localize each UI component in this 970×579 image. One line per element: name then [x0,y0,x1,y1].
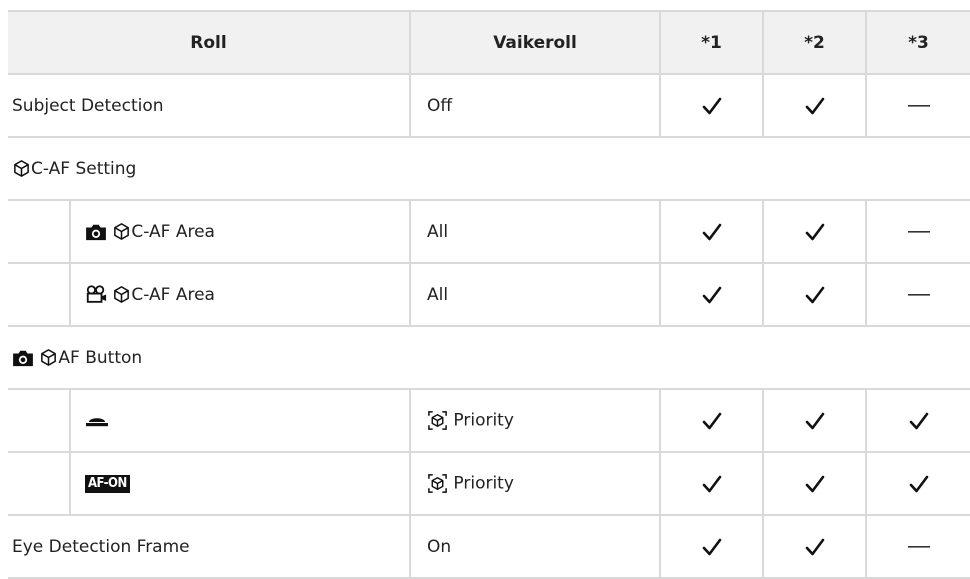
header-default: Vaikeroll [409,10,660,75]
row-label-text: Eye Detection Frame [12,536,190,557]
row-label-text: Subject Detection [12,95,164,116]
check-icon [702,537,722,557]
check-icon [805,474,825,494]
check-icon [702,96,722,116]
default-value: Priority [409,389,660,453]
section-c-af-setting: C-AF Setting [8,137,970,201]
indent-cell [8,389,70,453]
default-value-text: On [427,536,452,557]
section-row: C-AF Setting [8,137,970,201]
dash-icon [908,545,930,549]
check-icon [702,222,722,242]
subject-detect-icon [112,285,131,304]
row-label-eye-detection-frame: Eye Detection Frame [8,515,410,579]
row-label-movie-c-af-area: C-AF Area [69,263,410,327]
col2-cell [762,200,866,264]
subject-priority-icon [427,473,448,494]
camera-icon [85,223,107,241]
col3-cell [865,263,970,327]
col2-cell [762,263,866,327]
col3-cell [865,74,970,138]
dash-icon [908,230,930,234]
check-icon [909,474,929,494]
af-on-button-icon: AF-ON [85,474,130,493]
row-label-af-on-button: AF-ON [69,452,410,516]
default-value: All [409,263,660,327]
check-icon [805,285,825,305]
col1-cell [659,515,763,579]
table-header-row: Roll Vaikeroll *1 *2 *3 [8,10,970,75]
col2-cell [762,515,866,579]
col1-cell [659,452,763,516]
col3-cell [865,389,970,453]
check-icon [805,96,825,116]
subject-detect-icon [39,348,58,367]
col2-cell [762,389,866,453]
default-value: Off [409,74,660,138]
default-value-text: Priority [453,410,514,431]
check-icon [805,411,825,431]
col1-cell [659,389,763,453]
col3-cell [865,515,970,579]
row-label-text: C-AF Area [131,221,215,242]
header-col1: *1 [659,10,763,75]
default-value: Priority [409,452,660,516]
subject-priority-icon [427,410,448,431]
check-icon [805,222,825,242]
dash-icon [908,293,930,297]
movie-icon [85,285,107,304]
col2-cell [762,452,866,516]
check-icon [909,411,929,431]
row-label-still-c-af-area: C-AF Area [69,200,410,264]
col3-cell [865,200,970,264]
shutter-button-icon [85,414,109,428]
check-icon [702,474,722,494]
dash-icon [908,104,930,108]
table-row: Subject Detection Off [8,74,970,138]
col1-cell [659,200,763,264]
indent-cell [8,263,70,327]
subject-detect-icon [112,222,131,241]
col1-cell [659,74,763,138]
default-value-text: Priority [453,473,514,494]
default-value-text: All [427,284,449,305]
col2-cell [762,74,866,138]
col1-cell [659,263,763,327]
header-col2: *2 [762,10,866,75]
section-label-text: C-AF Setting [31,158,137,179]
row-label-subject-detection: Subject Detection [8,74,410,138]
check-icon [702,411,722,431]
header-col3: *3 [865,10,970,75]
table-row: C-AF Area All [8,263,970,327]
section-row: AF Button [8,326,970,390]
check-icon [805,537,825,557]
header-roll: Roll [8,10,410,75]
indent-cell [8,452,70,516]
settings-table: Roll Vaikeroll *1 *2 *3 Subject Detectio… [8,10,970,579]
table-row: Priority [8,389,970,453]
col3-cell [865,452,970,516]
subject-detect-icon [12,159,31,178]
section-af-button: AF Button [8,326,970,390]
indent-cell [8,200,70,264]
table-row: Eye Detection Frame On [8,515,970,579]
section-label-text: AF Button [58,347,143,368]
table-row: C-AF Area All [8,200,970,264]
default-value: On [409,515,660,579]
row-label-shutter-button [69,389,410,453]
check-icon [702,285,722,305]
default-value-text: All [427,221,449,242]
camera-icon [12,349,34,367]
default-value-text: Off [427,95,453,116]
row-label-text: C-AF Area [131,284,215,305]
default-value: All [409,200,660,264]
table-row: AF-ON Priority [8,452,970,516]
